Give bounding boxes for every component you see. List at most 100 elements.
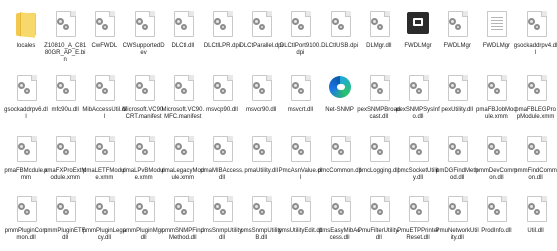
dll-file-icon [92, 195, 116, 225]
dll-file-icon [484, 195, 508, 225]
file-item[interactable]: pmsUtilityEdit.dll [278, 191, 323, 235]
file-item[interactable]: pexSNMPSysInfo.dll [396, 70, 440, 121]
file-label: pmmFindCommon.dll [514, 168, 557, 181]
file-item[interactable]: pmcSocketUtility.dll [397, 131, 439, 182]
file-label: locales [16, 43, 36, 49]
dll-file-icon [406, 195, 430, 225]
file-item[interactable]: PmuNetworkUtility.dll [435, 191, 479, 242]
file-item[interactable]: locales [6, 6, 46, 50]
file-item[interactable]: msvcp90.dll [202, 70, 242, 114]
file-label: pmmPluginMgr.dll [122, 228, 165, 241]
file-item[interactable]: pmcLogging.dll [359, 131, 399, 175]
file-label: Microsoft.VC90.CRT.manifest [122, 107, 165, 120]
file-item[interactable]: MibAccessUtil.dll [82, 70, 126, 121]
file-item[interactable]: gsockaddrpv6.dll [4, 70, 48, 121]
dll-file-icon [210, 10, 234, 40]
file-item[interactable]: CWSupportedDev [122, 6, 165, 57]
file-item[interactable]: pmaFBJobModule.xmm [476, 70, 517, 121]
file-item[interactable]: DLMgr.dll [359, 6, 399, 50]
file-item[interactable]: PmuFilterUtility.dll [358, 191, 400, 242]
file-item[interactable]: pmaFXProExtModule.xmm [44, 131, 87, 182]
file-item[interactable]: pmsSnmpUtilityB.dll [240, 191, 283, 242]
file-label: pexUtility.dll [441, 107, 473, 113]
file-label: DLMgr.dll [366, 43, 392, 49]
dll-file-icon [171, 74, 195, 104]
file-item[interactable]: Net-SNMP [320, 70, 360, 114]
file-label: Z10810_A_C8180GR_AP_E.bin [44, 43, 87, 63]
file-label: pmaLPvBModule.xmm [122, 168, 165, 181]
dll-file-icon [484, 74, 508, 104]
file-item[interactable]: msvcrt.dll [280, 70, 320, 114]
file-item[interactable]: DLCtlUSB.dpi [320, 6, 360, 50]
file-item[interactable]: pmsSnmpUtility.dll [200, 191, 244, 242]
dll-file-icon [367, 74, 391, 104]
file-label: Microsoft.VC90.MFC.manifest [161, 107, 205, 120]
file-label: msvcr90.dll [246, 107, 277, 113]
file-item[interactable]: pmDGFindMethod.dll [436, 131, 478, 182]
file-label: pmsSnmpUtility.dll [200, 228, 244, 241]
file-item[interactable]: CwFWDL [84, 6, 124, 50]
dll-file-icon [445, 10, 469, 40]
file-item[interactable]: Microsoft.VC90.MFC.manifest [161, 70, 205, 121]
file-item[interactable]: DLCtlPort9100.dpi [280, 6, 321, 57]
file-icon [53, 10, 77, 40]
dll-file-icon [328, 195, 352, 225]
file-item[interactable]: pmsEasyMibAccess.dll [319, 191, 360, 242]
file-item[interactable]: pmaLPvBModule.xmm [122, 131, 165, 182]
dll-file-icon [524, 74, 548, 104]
file-item[interactable]: PmuETPPrinterReset.dll [397, 191, 439, 242]
dll-file-icon [288, 135, 312, 165]
file-item[interactable]: pmaFBMcdule.xmm [4, 131, 48, 182]
file-item[interactable]: Microsoft.VC90.CRT.manifest [122, 70, 165, 121]
file-label: Net-SNMP [325, 107, 354, 113]
file-item[interactable]: pmaLegacyModule.xmm [161, 131, 204, 182]
file-label: pexSNMPBroadcast.dll [357, 107, 401, 120]
file-item[interactable]: pmaUtility.dll [241, 131, 281, 175]
file-label: pmsUtilityEdit.dll [278, 228, 323, 234]
file-label: pmmDevCommon.dll [475, 168, 518, 181]
file-item[interactable]: FWDLMgr [476, 6, 516, 50]
file-label: pmaFBJobModule.xmm [476, 107, 517, 120]
file-item[interactable]: DLCtlLPR.dpi [202, 6, 242, 50]
file-item[interactable]: pmaFBLEGPropModule.xmm [515, 70, 556, 121]
file-item[interactable]: pmmDevCommon.dll [475, 131, 518, 182]
file-item[interactable]: ProdInfo.dll [476, 191, 516, 235]
file-label: DLCtlLPR.dpi [203, 43, 241, 49]
file-item[interactable]: pmcCommon.dll [317, 131, 362, 175]
file-item[interactable]: pmmPluginCommon.dll [5, 191, 47, 242]
file-item[interactable]: FWDLMgr [437, 6, 477, 50]
file-item[interactable]: pmmFindCommon.dll [514, 131, 557, 182]
file-item[interactable]: pmmSNMPFindMethod.dll [162, 191, 204, 242]
file-label: PmuNetworkUtility.dll [435, 228, 479, 241]
file-label: PmuETPPrinterReset.dll [397, 228, 439, 241]
file-item[interactable]: Z10810_A_C8180GR_AP_E.bin [44, 6, 87, 64]
file-item[interactable]: mfc90u.dll [45, 70, 85, 114]
file-item[interactable]: PmcAsnValue.dll [279, 131, 322, 182]
file-item[interactable]: Util.dll [516, 191, 556, 235]
file-label: DLCtl.dll [171, 43, 195, 49]
file-item[interactable]: pmaLETFModule.xmm [83, 131, 126, 182]
file-label: pmcCommon.dll [317, 168, 362, 174]
dll-file-icon [367, 135, 391, 165]
file-item[interactable]: pmmPluginMgr.dll [122, 191, 165, 242]
dll-file-icon [92, 74, 116, 104]
file-item[interactable]: pmaMIBAccess.dll [200, 131, 244, 182]
file-label: msvcp90.dll [206, 107, 238, 113]
file-item[interactable]: pmmPluginLegacy.dll [82, 191, 127, 242]
file-item[interactable]: pmmPluginETF.dll [44, 191, 86, 242]
file-label: pmaFBMcdule.xmm [4, 168, 48, 181]
file-label: CWSupportedDev [122, 43, 165, 56]
file-label: pmmPluginLegacy.dll [82, 228, 127, 241]
dll-file-icon [249, 74, 273, 104]
file-item[interactable]: pexUtility.dll [437, 70, 477, 114]
file-label: pmsSnmpUtilityB.dll [240, 228, 283, 241]
file-item[interactable]: DLCtParallel.dpi [240, 6, 283, 50]
file-item[interactable]: msvcr90.dll [241, 70, 281, 114]
file-item[interactable]: gsockaddrpv4.dll [514, 6, 557, 57]
dll-file-icon [406, 135, 430, 165]
file-item[interactable]: FWDLMgr [398, 6, 438, 50]
file-item[interactable]: pexSNMPBroadcast.dll [357, 70, 401, 121]
file-label: msvcrt.dll [287, 107, 314, 113]
file-label: pmaFXProExtModule.xmm [44, 168, 87, 181]
file-item[interactable]: DLCtl.dll [163, 6, 203, 50]
